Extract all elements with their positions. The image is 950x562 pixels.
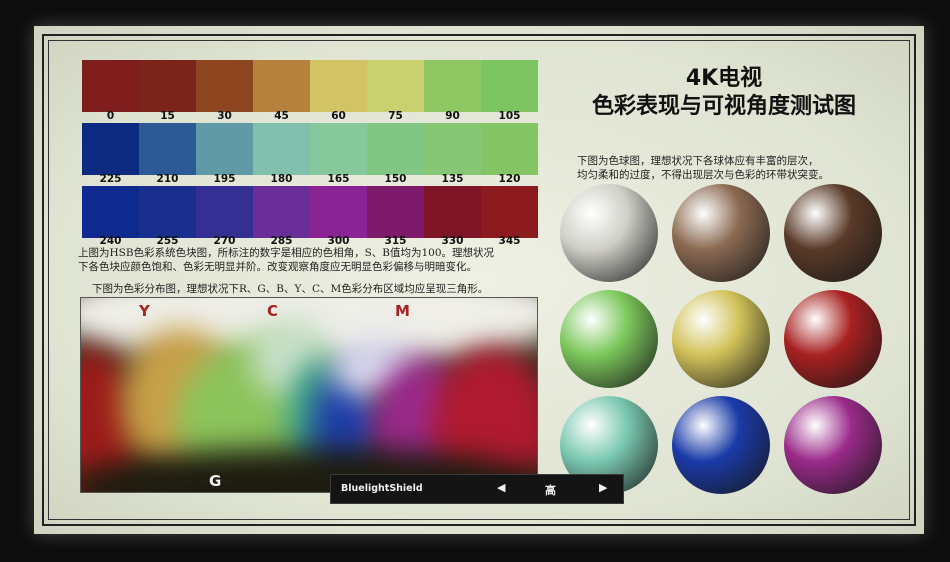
hue-label: 60 [331, 110, 346, 122]
hue-swatch [253, 60, 310, 112]
test-pattern-screen: 0 15 30 45 60 75 90 105 225 210 195 180 … [34, 26, 924, 534]
hue-label: 0 [106, 110, 115, 122]
color-sphere [672, 396, 770, 494]
hue-label: 120 [498, 173, 521, 185]
hue-row-1 [82, 60, 538, 112]
hue-swatch [253, 123, 310, 175]
hue-label: 225 [99, 173, 122, 185]
hue-label: 75 [388, 110, 403, 122]
label-m: M [395, 302, 410, 320]
hue-swatch [424, 123, 481, 175]
color-sphere [784, 290, 882, 388]
hue-label: 135 [441, 173, 464, 185]
label-y: Y [139, 302, 150, 320]
left-arrow-icon[interactable]: ◀ [497, 481, 505, 494]
hue-swatch [139, 60, 196, 112]
hue-swatch [253, 186, 310, 238]
hue-swatch [367, 123, 424, 175]
label-c: C [267, 302, 279, 320]
hue-swatch [82, 186, 139, 238]
hue-swatch [196, 123, 253, 175]
hue-label: 105 [498, 110, 521, 122]
color-sphere [784, 184, 882, 282]
distribution-description: 下图为色彩分布图，理想状况下R、G、B、Y、C、M色彩分布区域均应呈现三角形。 [92, 283, 489, 295]
right-arrow-icon[interactable]: ▶ [599, 481, 607, 494]
bluelight-shield-osd[interactable]: BluelightShield ◀ 高 ▶ [330, 474, 624, 504]
sphere-description-line: 下图为色球图，理想状况下各球体应有丰富的层次， [577, 155, 819, 167]
hue-swatch [310, 123, 367, 175]
color-sphere [672, 290, 770, 388]
hue-swatch [481, 123, 538, 175]
hue-labels-row-1: 0 15 30 45 60 75 90 105 [82, 110, 538, 122]
bluelight-shield-label: BluelightShield [341, 483, 423, 494]
hue-labels-row-2: 225 210 195 180 165 150 135 120 [82, 173, 538, 185]
sphere-description: 下图为色球图，理想状况下各球体应有丰富的层次， 均匀柔和的过度，不得出现层次与色… [577, 154, 829, 182]
hue-label: 15 [160, 110, 175, 122]
hue-swatch [481, 186, 538, 238]
hue-row-3 [82, 186, 538, 238]
hue-swatch [196, 60, 253, 112]
hue-row-2 [82, 123, 538, 175]
hue-swatch [424, 60, 481, 112]
hue-label: 90 [445, 110, 460, 122]
hue-swatch [424, 186, 481, 238]
hue-label: 210 [156, 173, 179, 185]
color-sphere [784, 396, 882, 494]
hue-swatch [82, 123, 139, 175]
hue-label: 150 [384, 173, 407, 185]
hue-swatch [367, 60, 424, 112]
hue-swatch [310, 186, 367, 238]
color-sphere [672, 184, 770, 282]
sphere-description-line: 均匀柔和的过度，不得出现层次与色彩的环带状突变。 [577, 169, 829, 181]
hue-label: 165 [327, 173, 350, 185]
hue-swatch [196, 186, 253, 238]
hsb-description: 上图为HSB色彩系统色块图，所标注的数字是相应的色相角，S、B值均为100。理想… [78, 246, 494, 274]
hue-swatch [310, 60, 367, 112]
color-sphere [560, 290, 658, 388]
hue-label: 30 [217, 110, 232, 122]
label-g: G [209, 472, 222, 490]
hue-label: 45 [274, 110, 289, 122]
bluelight-shield-value: 高 [545, 484, 556, 497]
hsb-description-line: 下各色块应颜色饱和、色彩无明显并阶。改变观察角度应无明显色彩偏移与明暗变化。 [78, 261, 477, 273]
hue-swatch [139, 186, 196, 238]
color-distribution-image: Y C M G [80, 297, 538, 493]
hue-swatch [367, 186, 424, 238]
hsb-description-line: 上图为HSB色彩系统色块图，所标注的数字是相应的色相角，S、B值均为100。理想… [78, 247, 495, 259]
hue-swatch [82, 60, 139, 112]
hue-swatch [139, 123, 196, 175]
hue-label: 180 [270, 173, 293, 185]
color-sphere [560, 184, 658, 282]
hue-label: 195 [213, 173, 236, 185]
hue-swatch [481, 60, 538, 112]
title-line-2: 色彩表现与可视角度测试图 [591, 94, 856, 119]
